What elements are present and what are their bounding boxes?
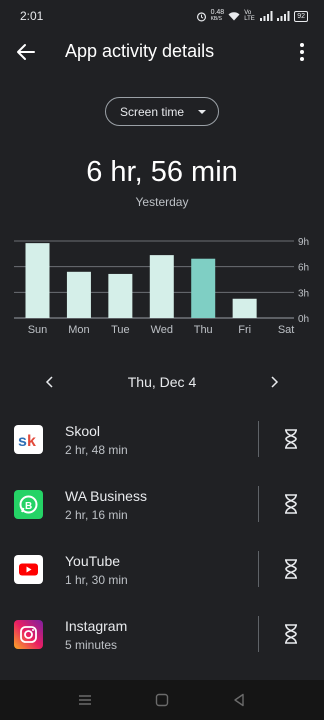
chart-bar-sun[interactable] (25, 243, 50, 318)
youtube-icon (14, 555, 43, 584)
divider (258, 551, 259, 587)
app-bar: App activity details (0, 32, 324, 72)
chart-x-tick-label: Tue (111, 324, 130, 336)
chart-x-tick-label: Sun (28, 324, 48, 336)
menu-icon[interactable] (76, 691, 94, 709)
chart-bar-tue[interactable] (108, 273, 133, 318)
chart-y-tick-label: 6h (298, 263, 309, 274)
chart-x-tick-label: Mon (68, 324, 89, 336)
chart-x-tick-label: Wed (151, 324, 173, 336)
divider (258, 486, 259, 522)
wifi-icon (228, 12, 240, 21)
total-usage: 6 hr, 56 min (86, 156, 238, 188)
hourglass-icon[interactable] (283, 429, 299, 449)
signal-icon (260, 11, 273, 21)
chart-y-tick-label: 9h (298, 237, 309, 248)
usage-bar-chart: 0h 3h 6h 9h Sun Mon Tue Wed Thu Fri Sat (14, 237, 309, 336)
chart-x-tick-label: Fri (238, 324, 251, 336)
chart-bar-fri[interactable] (232, 298, 257, 318)
metric-dropdown-label: Screen time (120, 104, 185, 119)
svg-text:B: B (25, 501, 32, 512)
app-usage-time: 5 minutes (65, 638, 118, 652)
chart-y-tick-label: 0h (298, 314, 309, 325)
app-row-skool[interactable]: s k Skool 2 hr, 48 min (0, 415, 324, 471)
app-row-instagram[interactable]: Instagram 5 minutes (0, 610, 324, 666)
battery-icon: 92 (294, 10, 308, 22)
app-name: Instagram (65, 618, 128, 634)
svg-text:k: k (27, 433, 36, 450)
back-arrow-icon[interactable] (14, 40, 38, 64)
signal-icon-2 (277, 11, 290, 21)
status-bar: 2:01 0.48 KB/S Vo LTE 92 (0, 0, 324, 32)
wa-business-icon: B (14, 490, 43, 519)
chart-x-tick-label: Sat (278, 324, 295, 336)
hourglass-icon[interactable] (283, 559, 299, 579)
app-name: WA Business (65, 488, 147, 504)
hourglass-icon[interactable] (283, 624, 299, 644)
system-nav-bar (0, 680, 324, 720)
app-row-wa-business[interactable]: B WA Business 2 hr, 16 min (0, 480, 324, 536)
app-name: YouTube (65, 553, 121, 569)
chevron-right-icon[interactable] (266, 374, 282, 390)
date-navigation: Thu, Dec 4 (0, 370, 324, 394)
app-usage-time: 2 hr, 48 min (65, 443, 128, 457)
hourglass-icon[interactable] (283, 494, 299, 514)
page-title: App activity details (65, 41, 215, 61)
app-row-youtube[interactable]: YouTube 1 hr, 30 min (0, 545, 324, 601)
skool-icon: s k (14, 425, 43, 454)
divider (258, 616, 259, 652)
app-usage-time: 2 hr, 16 min (65, 508, 128, 522)
chart-bar-thu[interactable] (191, 258, 216, 318)
usage-period: Yesterday (135, 195, 189, 209)
status-time: 2:01 (20, 9, 44, 23)
svg-text:s: s (18, 433, 27, 450)
app-name: Skool (65, 423, 101, 439)
instagram-icon (14, 620, 43, 649)
chart-x-tick-label: Thu (194, 324, 213, 336)
app-usage-time: 1 hr, 30 min (65, 573, 128, 587)
divider (258, 421, 259, 457)
more-options-icon[interactable] (294, 40, 310, 64)
metric-dropdown[interactable]: Screen time (105, 97, 219, 126)
chart-bar-mon[interactable] (66, 271, 91, 318)
status-icons: 0.48 KB/S Vo LTE 92 (196, 9, 308, 23)
network-label: Vo LTE (244, 10, 255, 22)
chart-y-tick-label: 3h (298, 288, 309, 299)
chart-bar-wed[interactable] (149, 255, 174, 318)
chevron-down-icon (198, 110, 206, 114)
alarm-icon (196, 11, 206, 21)
net-speed: 0.48 KB/S (210, 9, 225, 22)
back-triangle-icon[interactable] (230, 691, 248, 709)
home-icon[interactable] (153, 691, 171, 709)
